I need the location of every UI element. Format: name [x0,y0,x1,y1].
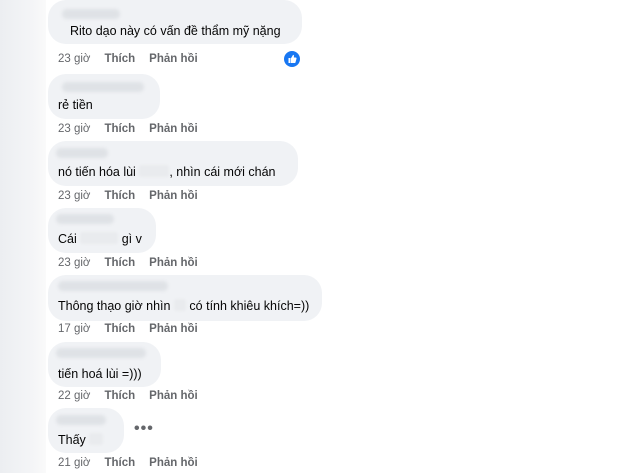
comment-bubble: nó tiến hóa lùi , nhìn cái mới chán [48,141,298,186]
comment-text: Cái gì v [58,232,142,246]
redacted-text [173,299,186,311]
comment-actions: 23 giờ Thích Phản hồi [58,190,212,202]
comment-text-part: Rito dạo này có vấn đề thẩm mỹ nặng [70,24,281,38]
comment-item: Thông thạo giờ nhìn có tính khiêu khích=… [48,275,322,335]
reply-button[interactable]: Phản hồi [149,390,198,402]
comment-bubble: Rito dạo này có vấn đề thẩm mỹ nặng [48,0,302,44]
like-button[interactable]: Thích [104,323,135,335]
comment-bubble: Thông thạo giờ nhìn có tính khiêu khích=… [48,275,322,321]
like-button[interactable]: Thích [104,190,135,202]
comment-time[interactable]: 23 giờ [58,257,90,269]
comment-time[interactable]: 23 giờ [58,123,90,135]
author-name-redacted [62,82,144,92]
like-button[interactable]: Thích [104,53,135,65]
author-name-redacted [58,281,168,291]
comment-text: tiến hoá lùi =))) [58,367,142,381]
comment-item: Rito dạo này có vấn đề thẩm mỹ nặng 23 g… [48,0,302,67]
comment-time[interactable]: 17 giờ [58,323,90,335]
comment-text-part: Thấy [58,433,86,447]
comment-actions: 23 giờ Thích Phản hồi [58,123,212,135]
comment-item: Thấy ••• 21 giờ Thích Phản hồi [48,408,198,469]
comment-time[interactable]: 21 giờ [58,457,90,469]
comment-text-part: nó tiến hóa lùi [58,165,136,179]
reply-button[interactable]: Phản hồi [149,123,198,135]
comment-text-part: Thông thạo giờ nhìn [58,299,171,313]
reply-button[interactable]: Phản hồi [149,323,198,335]
comment-text-part: , nhìn cái mới chán [169,165,276,179]
comment-text: Thấy [58,433,104,447]
reply-button[interactable]: Phản hồi [149,190,198,202]
comment-text-part: gì v [121,232,142,246]
reply-button[interactable]: Phản hồi [149,457,198,469]
comment-actions: 17 giờ Thích Phản hồi [58,323,212,335]
author-name-redacted [56,348,146,358]
like-button[interactable]: Thích [104,390,135,402]
comment-actions: 23 giờ Thích Phản hồi [58,257,212,269]
author-name-redacted [56,148,108,158]
redacted-text [80,232,119,244]
comment-text-part: Cái [58,232,77,246]
author-name-redacted [56,214,114,224]
comment-actions: 23 giờ Thích Phản hồi [58,53,212,65]
comment-text: rẻ tiền [58,98,93,112]
comment-item: nó tiến hóa lùi , nhìn cái mới chán 23 g… [48,141,298,202]
comment-bubble: tiến hoá lùi =))) [48,342,161,387]
comment-text: Rito dạo này có vấn đề thẩm mỹ nặng [70,24,281,38]
comment-text: Thông thạo giờ nhìn có tính khiêu khích=… [58,299,309,313]
comment-actions: 21 giờ Thích Phản hồi [58,457,212,469]
comment-time[interactable]: 22 giờ [58,390,90,402]
comment-time[interactable]: 23 giờ [58,190,90,202]
like-button[interactable]: Thích [104,457,135,469]
author-name-redacted [62,9,120,19]
comment-text: nó tiến hóa lùi , nhìn cái mới chán [58,165,276,179]
comment-time[interactable]: 23 giờ [58,53,90,65]
comment-item: rẻ tiền 23 giờ Thích Phản hồi [48,74,198,135]
comment-actions: 22 giờ Thích Phản hồi [58,390,212,402]
comment-item: Cái gì v 23 giờ Thích Phản hồi [48,208,198,269]
redacted-text [89,433,104,445]
like-button[interactable]: Thích [104,123,135,135]
redacted-text [139,165,170,177]
reply-button[interactable]: Phản hồi [149,53,198,65]
more-options-icon[interactable]: ••• [134,420,154,438]
thumbs-up-icon[interactable] [284,51,300,67]
like-button[interactable]: Thích [104,257,135,269]
comment-item: tiến hoá lùi =))) 22 giờ Thích Phản hồi [48,342,198,402]
comment-text-part: tiến hoá lùi =))) [58,367,142,381]
comment-bubble: Thấy [48,408,124,453]
reply-button[interactable]: Phản hồi [149,257,198,269]
comment-text-part: rẻ tiền [58,98,93,112]
comment-bubble: Cái gì v [48,208,156,253]
author-name-redacted [56,415,106,425]
comment-text-part: có tính khiêu khích=)) [189,299,310,313]
comment-bubble: rẻ tiền [48,74,160,119]
page-edge-strip [0,0,46,473]
